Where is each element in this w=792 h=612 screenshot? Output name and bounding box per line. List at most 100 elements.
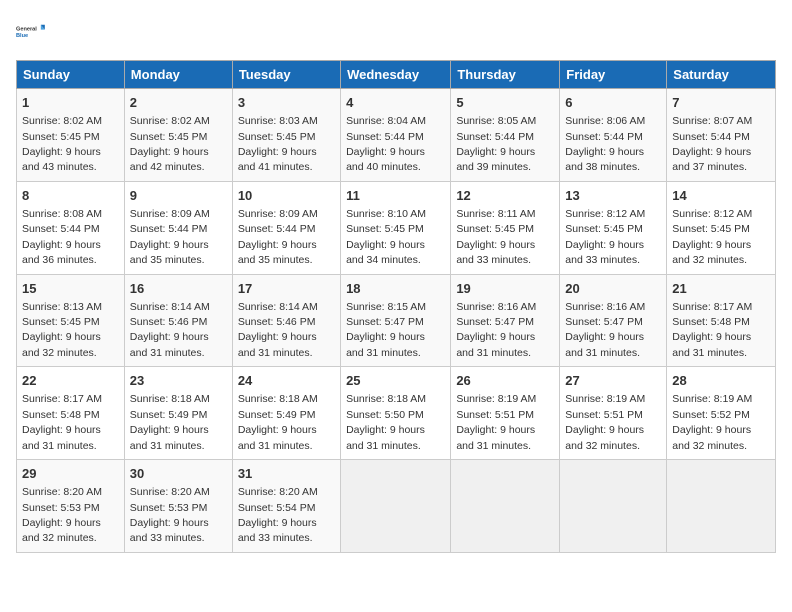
empty-cell bbox=[667, 460, 776, 553]
day-cell-27: 27 Sunrise: 8:19 AM Sunset: 5:51 PM Dayli… bbox=[560, 367, 667, 460]
day-cell-24: 24Sunrise: 8:18 AM Sunset: 5:49 PM Dayli… bbox=[232, 367, 340, 460]
day-number: 19 bbox=[456, 280, 554, 298]
day-info: Sunrise: 8:14 AM Sunset: 5:46 PM Dayligh… bbox=[238, 301, 318, 359]
day-info: Sunrise: 8:14 AM Sunset: 5:46 PM Dayligh… bbox=[130, 301, 210, 359]
day-number: 27 bbox=[565, 372, 661, 390]
day-info: Sunrise: 8:02 AM Sunset: 5:45 PM Dayligh… bbox=[130, 115, 210, 173]
day-number: 25 bbox=[346, 372, 445, 390]
day-cell-5: 5Sunrise: 8:05 AM Sunset: 5:44 PM Daylig… bbox=[451, 89, 560, 182]
day-info: Sunrise: 8:19 AM Sunset: 5:52 PM Dayligh… bbox=[672, 393, 752, 451]
day-cell-23: 23 Sunrise: 8:18 AM Sunset: 5:49 PM Dayli… bbox=[124, 367, 232, 460]
empty-cell bbox=[451, 460, 560, 553]
day-number: 17 bbox=[238, 280, 335, 298]
day-info: Sunrise: 8:19 AM Sunset: 5:51 PM Dayligh… bbox=[565, 393, 645, 451]
day-info: Sunrise: 8:04 AM Sunset: 5:44 PM Dayligh… bbox=[346, 115, 426, 173]
day-number: 26 bbox=[456, 372, 554, 390]
day-info: Sunrise: 8:20 AM Sunset: 5:53 PM Dayligh… bbox=[22, 486, 102, 544]
day-number: 6 bbox=[565, 94, 661, 112]
day-number: 28 bbox=[672, 372, 770, 390]
day-cell-13: 13 Sunrise: 8:12 AM Sunset: 5:45 PM Dayli… bbox=[560, 181, 667, 274]
day-info: Sunrise: 8:18 AM Sunset: 5:50 PM Dayligh… bbox=[346, 393, 426, 451]
day-info: Sunrise: 8:16 AM Sunset: 5:47 PM Dayligh… bbox=[456, 301, 536, 359]
day-number: 10 bbox=[238, 187, 335, 205]
day-number: 31 bbox=[238, 465, 335, 483]
svg-text:General: General bbox=[16, 26, 37, 32]
day-number: 12 bbox=[456, 187, 554, 205]
day-cell-19: 19 Sunrise: 8:16 AM Sunset: 5:47 PM Dayli… bbox=[451, 274, 560, 367]
svg-text:Blue: Blue bbox=[16, 33, 28, 39]
day-cell-30: 30 Sunrise: 8:20 AM Sunset: 5:53 PM Dayli… bbox=[124, 460, 232, 553]
calendar-header: SundayMondayTuesdayWednesdayThursdayFrid… bbox=[17, 61, 776, 89]
day-number: 5 bbox=[456, 94, 554, 112]
day-cell-4: 4 Sunrise: 8:04 AM Sunset: 5:44 PM Daylig… bbox=[341, 89, 451, 182]
day-cell-3: 3 Sunrise: 8:03 AM Sunset: 5:45 PM Daylig… bbox=[232, 89, 340, 182]
day-info: Sunrise: 8:08 AM Sunset: 5:44 PM Dayligh… bbox=[22, 208, 102, 266]
day-cell-12: 12 Sunrise: 8:11 AM Sunset: 5:45 PM Dayli… bbox=[451, 181, 560, 274]
calendar-week-2: 8 Sunrise: 8:08 AM Sunset: 5:44 PM Daylig… bbox=[17, 181, 776, 274]
day-cell-28: 28 Sunrise: 8:19 AM Sunset: 5:52 PM Dayli… bbox=[667, 367, 776, 460]
day-number: 2 bbox=[130, 94, 227, 112]
day-info: Sunrise: 8:17 AM Sunset: 5:48 PM Dayligh… bbox=[672, 301, 752, 359]
calendar-week-5: 29 Sunrise: 8:20 AM Sunset: 5:53 PM Dayli… bbox=[17, 460, 776, 553]
day-number: 3 bbox=[238, 94, 335, 112]
day-cell-29: 29 Sunrise: 8:20 AM Sunset: 5:53 PM Dayli… bbox=[17, 460, 125, 553]
calendar-week-1: 1 Sunrise: 8:02 AM Sunset: 5:45 PM Daylig… bbox=[17, 89, 776, 182]
day-cell-10: 10 Sunrise: 8:09 AM Sunset: 5:44 PM Dayli… bbox=[232, 181, 340, 274]
page-header: GeneralBlue bbox=[16, 16, 776, 48]
weekday-header-saturday: Saturday bbox=[667, 61, 776, 89]
day-cell-8: 8 Sunrise: 8:08 AM Sunset: 5:44 PM Daylig… bbox=[17, 181, 125, 274]
day-cell-2: 2 Sunrise: 8:02 AM Sunset: 5:45 PM Daylig… bbox=[124, 89, 232, 182]
day-info: Sunrise: 8:07 AM Sunset: 5:44 PM Dayligh… bbox=[672, 115, 752, 173]
day-info: Sunrise: 8:19 AM Sunset: 5:51 PM Dayligh… bbox=[456, 393, 536, 451]
day-number: 13 bbox=[565, 187, 661, 205]
day-cell-18: 18 Sunrise: 8:15 AM Sunset: 5:47 PM Dayli… bbox=[341, 274, 451, 367]
day-number: 9 bbox=[130, 187, 227, 205]
day-info: Sunrise: 8:18 AM Sunset: 5:49 PM Dayligh… bbox=[238, 393, 318, 451]
day-cell-22: 22Sunrise: 8:17 AM Sunset: 5:48 PM Dayli… bbox=[17, 367, 125, 460]
calendar-week-3: 15 Sunrise: 8:13 AM Sunset: 5:45 PM Dayli… bbox=[17, 274, 776, 367]
day-info: Sunrise: 8:20 AM Sunset: 5:53 PM Dayligh… bbox=[130, 486, 210, 544]
day-number: 30 bbox=[130, 465, 227, 483]
day-info: Sunrise: 8:11 AM Sunset: 5:45 PM Dayligh… bbox=[456, 208, 535, 266]
day-number: 1 bbox=[22, 94, 119, 112]
day-info: Sunrise: 8:03 AM Sunset: 5:45 PM Dayligh… bbox=[238, 115, 318, 173]
day-cell-21: 21Sunrise: 8:17 AM Sunset: 5:48 PM Dayli… bbox=[667, 274, 776, 367]
weekday-header-tuesday: Tuesday bbox=[232, 61, 340, 89]
day-number: 20 bbox=[565, 280, 661, 298]
day-info: Sunrise: 8:06 AM Sunset: 5:44 PM Dayligh… bbox=[565, 115, 645, 173]
weekday-header-monday: Monday bbox=[124, 61, 232, 89]
day-info: Sunrise: 8:09 AM Sunset: 5:44 PM Dayligh… bbox=[238, 208, 318, 266]
day-cell-17: 17 Sunrise: 8:14 AM Sunset: 5:46 PM Dayli… bbox=[232, 274, 340, 367]
weekday-header-wednesday: Wednesday bbox=[341, 61, 451, 89]
day-number: 29 bbox=[22, 465, 119, 483]
day-cell-31: 31 Sunrise: 8:20 AM Sunset: 5:54 PM Dayli… bbox=[232, 460, 340, 553]
day-cell-15: 15 Sunrise: 8:13 AM Sunset: 5:45 PM Dayli… bbox=[17, 274, 125, 367]
day-cell-11: 11Sunrise: 8:10 AM Sunset: 5:45 PM Dayli… bbox=[341, 181, 451, 274]
day-cell-20: 20Sunrise: 8:16 AM Sunset: 5:47 PM Dayli… bbox=[560, 274, 667, 367]
day-number: 15 bbox=[22, 280, 119, 298]
day-number: 8 bbox=[22, 187, 119, 205]
day-info: Sunrise: 8:15 AM Sunset: 5:47 PM Dayligh… bbox=[346, 301, 426, 359]
day-info: Sunrise: 8:17 AM Sunset: 5:48 PM Dayligh… bbox=[22, 393, 102, 451]
day-number: 4 bbox=[346, 94, 445, 112]
day-info: Sunrise: 8:12 AM Sunset: 5:45 PM Dayligh… bbox=[565, 208, 645, 266]
day-info: Sunrise: 8:10 AM Sunset: 5:45 PM Dayligh… bbox=[346, 208, 426, 266]
weekday-header-friday: Friday bbox=[560, 61, 667, 89]
day-cell-6: 6 Sunrise: 8:06 AM Sunset: 5:44 PM Daylig… bbox=[560, 89, 667, 182]
day-info: Sunrise: 8:13 AM Sunset: 5:45 PM Dayligh… bbox=[22, 301, 102, 359]
empty-cell bbox=[560, 460, 667, 553]
day-number: 23 bbox=[130, 372, 227, 390]
day-info: Sunrise: 8:18 AM Sunset: 5:49 PM Dayligh… bbox=[130, 393, 210, 451]
day-number: 16 bbox=[130, 280, 227, 298]
logo: GeneralBlue bbox=[16, 16, 48, 48]
day-info: Sunrise: 8:20 AM Sunset: 5:54 PM Dayligh… bbox=[238, 486, 318, 544]
day-cell-14: 14Sunrise: 8:12 AM Sunset: 5:45 PM Dayli… bbox=[667, 181, 776, 274]
weekday-header-sunday: Sunday bbox=[17, 61, 125, 89]
day-cell-26: 26 Sunrise: 8:19 AM Sunset: 5:51 PM Dayli… bbox=[451, 367, 560, 460]
day-cell-7: 7 Sunrise: 8:07 AM Sunset: 5:44 PM Daylig… bbox=[667, 89, 776, 182]
day-cell-16: 16 Sunrise: 8:14 AM Sunset: 5:46 PM Dayli… bbox=[124, 274, 232, 367]
day-number: 18 bbox=[346, 280, 445, 298]
logo-icon: GeneralBlue bbox=[16, 16, 48, 48]
day-cell-25: 25 Sunrise: 8:18 AM Sunset: 5:50 PM Dayli… bbox=[341, 367, 451, 460]
day-number: 7 bbox=[672, 94, 770, 112]
